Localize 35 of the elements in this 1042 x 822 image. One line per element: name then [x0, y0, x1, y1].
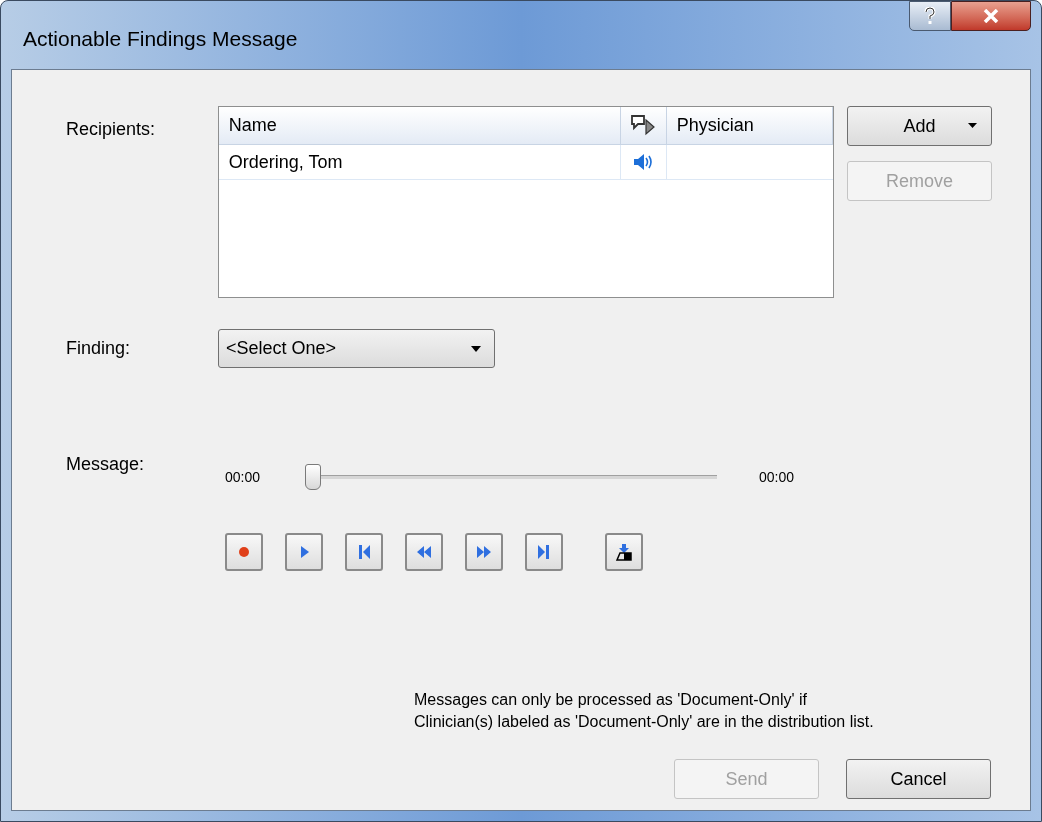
fast-forward-icon: [475, 543, 493, 561]
close-icon: [983, 9, 999, 23]
dropdown-value: <Select One>: [226, 337, 337, 360]
rewind-icon: [415, 543, 433, 561]
column-header[interactable]: Name: [218, 107, 621, 144]
table-cell: Ordering, Tom: [218, 145, 621, 179]
close-button[interactable]: [951, 1, 1031, 31]
fast-forward-button[interactable]: [465, 533, 503, 571]
slider-track[interactable]: [305, 463, 717, 491]
caret-icon: [968, 123, 977, 128]
play-button[interactable]: [285, 533, 323, 571]
help-icon: [924, 7, 936, 25]
skip-start-button[interactable]: [345, 533, 383, 571]
speech-bubble-icon: [630, 113, 657, 138]
add-dropdown-button[interactable]: Add: [847, 106, 992, 146]
recipients-list[interactable]: Name Physician Ordering, Tom: [217, 106, 834, 298]
message-label: Message:: [66, 453, 146, 476]
import-button[interactable]: [605, 533, 643, 571]
info-note: Messages can only be processed as 'Document-Only' if Clinician(s) labeled as 'Document-Only' are in the distribution list.: [414, 690, 875, 732]
slider-thumb[interactable]: [305, 464, 321, 490]
help-button[interactable]: [909, 1, 951, 31]
caret-icon: [471, 345, 481, 352]
finding-dropdown[interactable]: <Select One>: [218, 329, 495, 368]
add-label: Add: [903, 114, 936, 138]
column-header[interactable]: Physician: [666, 107, 833, 144]
record-button[interactable]: [225, 533, 263, 571]
import-icon: [615, 543, 633, 561]
cancel-button[interactable]: Cancel: [846, 759, 991, 799]
window-title: Actionable Findings Message: [23, 26, 298, 52]
end-time: 00:00: [759, 467, 795, 487]
recipients-label: Recipients:: [66, 118, 157, 141]
finding-label: Finding:: [66, 337, 132, 360]
rewind-button[interactable]: [405, 533, 443, 571]
skip-end-button[interactable]: [525, 533, 563, 571]
start-time: 00:00: [225, 467, 262, 487]
